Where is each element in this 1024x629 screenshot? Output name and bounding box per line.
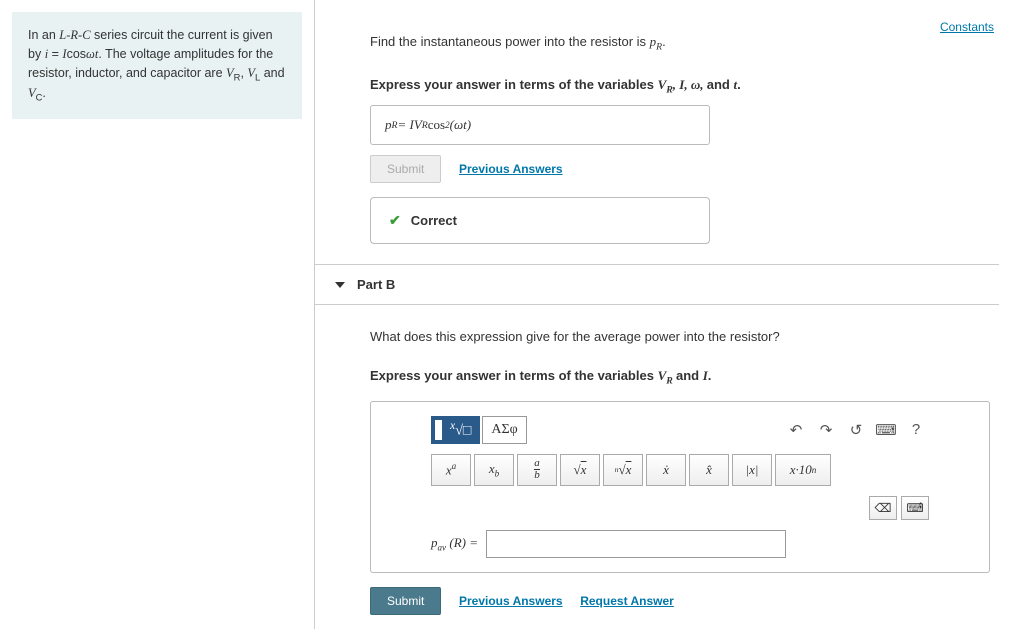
- partb-submit-button[interactable]: Submit: [370, 587, 441, 615]
- correct-feedback: ✔ Correct: [370, 197, 710, 244]
- problem-statement: In an L-R-C series circuit the current i…: [12, 12, 302, 119]
- sym-xdot[interactable]: ẋ: [646, 454, 686, 486]
- check-icon: ✔: [389, 212, 401, 229]
- parta-answer: pR = IVRcos2 (ωt): [370, 105, 710, 145]
- sym-superscript[interactable]: xa: [431, 454, 471, 486]
- equation-editor: x√□ ΑΣφ ↶ ↷ ↺ ⌨ ? xa xb ab √x n√x ẋ x̂: [370, 401, 990, 573]
- sym-nroot[interactable]: n√x: [603, 454, 643, 486]
- partb-previous-answers-link[interactable]: Previous Answers: [459, 594, 563, 608]
- caret-down-icon: [335, 282, 345, 288]
- sym-fraction[interactable]: ab: [517, 454, 557, 486]
- help-icon[interactable]: ?: [903, 418, 929, 442]
- undo-icon[interactable]: ↶: [783, 418, 809, 442]
- sym-sci[interactable]: x·10n: [775, 454, 831, 486]
- answer-input[interactable]: [486, 530, 786, 558]
- eq-label: pav (R) =: [431, 535, 478, 553]
- parta-express: Express your answer in terms of the vari…: [370, 77, 999, 96]
- math-templates-tab[interactable]: x√□: [431, 416, 480, 444]
- parta-previous-answers-link[interactable]: Previous Answers: [459, 162, 563, 176]
- request-answer-link[interactable]: Request Answer: [580, 594, 674, 608]
- partb-question: What does this expression give for the a…: [370, 329, 999, 344]
- sym-sqrt[interactable]: √x: [560, 454, 600, 486]
- backspace-icon[interactable]: ⌫: [869, 496, 897, 520]
- reset-icon[interactable]: ↺: [843, 418, 869, 442]
- greek-tab[interactable]: ΑΣφ: [482, 416, 526, 444]
- redo-icon[interactable]: ↷: [813, 418, 839, 442]
- sym-subscript[interactable]: xb: [474, 454, 514, 486]
- constants-link[interactable]: Constants: [940, 20, 994, 34]
- symbol-row: xa xb ab √x n√x ẋ x̂ |x| x·10n: [431, 454, 929, 486]
- parta-prompt: Find the instantaneous power into the re…: [370, 34, 999, 53]
- keyboard-icon[interactable]: ⌨: [873, 418, 899, 442]
- keyboard-small-icon[interactable]: ⌨̂: [901, 496, 929, 520]
- partb-express: Express your answer in terms of the vari…: [370, 368, 999, 387]
- partb-header[interactable]: Part B: [315, 264, 999, 305]
- sym-xhat[interactable]: x̂: [689, 454, 729, 486]
- parta-submit-button: Submit: [370, 155, 441, 183]
- sym-abs[interactable]: |x|: [732, 454, 772, 486]
